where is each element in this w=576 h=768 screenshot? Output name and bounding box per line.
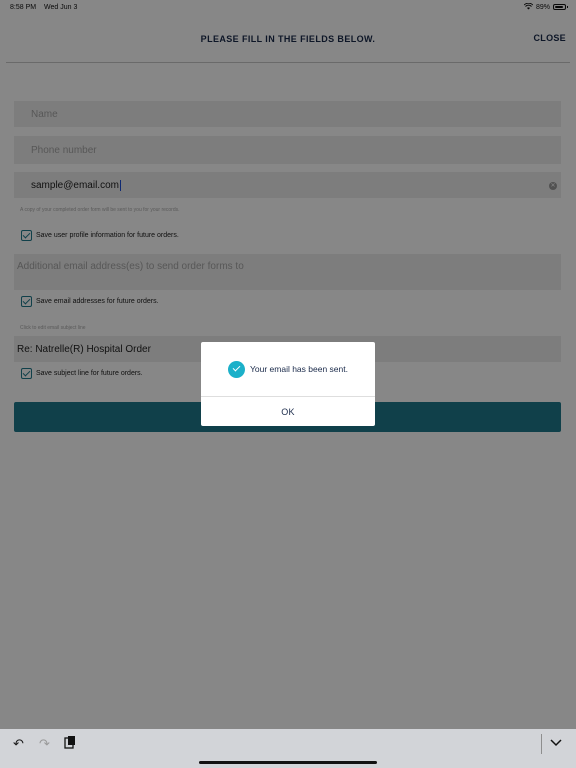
email-sent-dialog: Your email has been sent. OK: [201, 342, 375, 426]
undo-icon[interactable]: ↶: [13, 736, 24, 752]
keyboard-divider: [541, 734, 542, 754]
home-indicator: [199, 761, 377, 764]
paste-icon[interactable]: [64, 735, 76, 752]
ok-button[interactable]: OK: [201, 397, 375, 426]
redo-icon[interactable]: ↷: [39, 736, 50, 752]
check-circle-icon: [228, 360, 245, 378]
dialog-message: Your email has been sent.: [250, 364, 348, 374]
chevron-down-icon[interactable]: [550, 735, 562, 750]
